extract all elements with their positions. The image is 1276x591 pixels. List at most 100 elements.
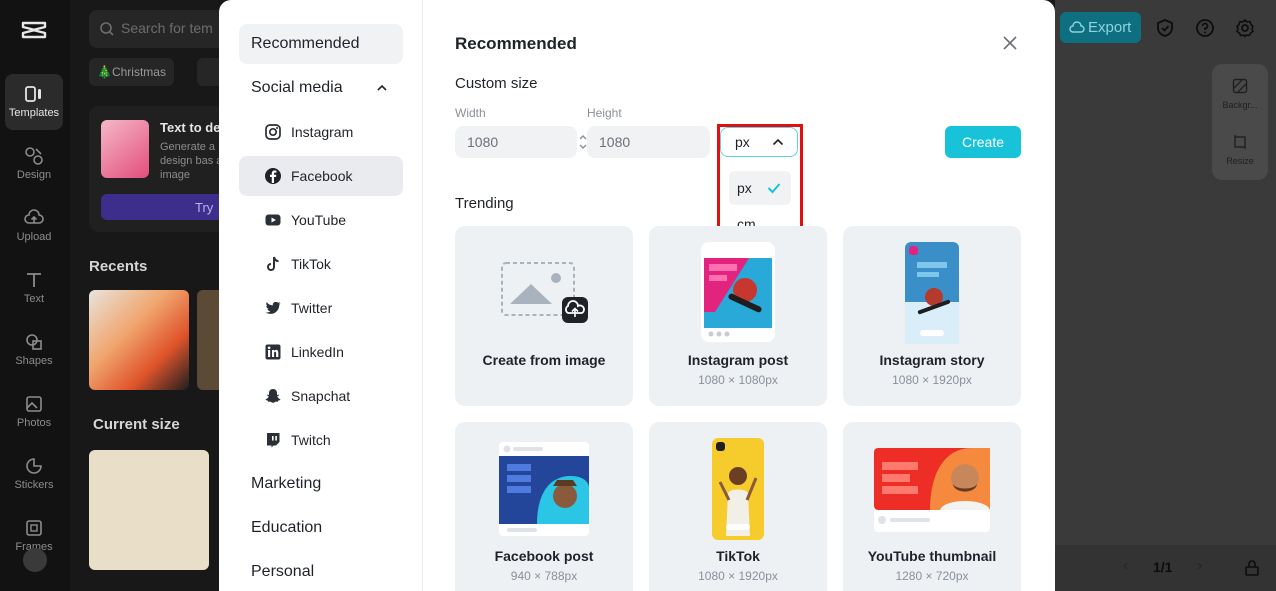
page-indicator: 1/1 xyxy=(1153,559,1173,575)
close-icon[interactable] xyxy=(1002,35,1018,51)
birthday-template-thumbnail[interactable] xyxy=(89,450,209,570)
text-icon xyxy=(27,273,41,287)
nav-personal[interactable]: Personal xyxy=(239,552,403,591)
rail-item-shapes[interactable]: Shapes xyxy=(5,322,63,378)
create-button[interactable]: Create xyxy=(945,126,1021,158)
card-youtube-thumbnail[interactable]: YouTube thumbnail 1280 × 720px xyxy=(843,422,1021,591)
rail-label: Shapes xyxy=(15,355,53,367)
capcut-logo-icon xyxy=(21,21,47,39)
instagram-icon xyxy=(265,124,281,140)
height-label: Height xyxy=(587,106,622,120)
twitter-icon xyxy=(265,301,281,314)
youtube-icon xyxy=(265,214,281,226)
width-label: Width xyxy=(455,106,486,120)
rail-item-templates[interactable]: Templates xyxy=(5,74,63,130)
instagram-post-thumbnail xyxy=(701,242,775,342)
card-name: Facebook post xyxy=(494,548,594,564)
chevron-down-icon[interactable] xyxy=(23,548,47,572)
gear-icon[interactable] xyxy=(1235,18,1255,38)
height-field[interactable]: 1080 xyxy=(587,126,710,158)
image-upload-icon xyxy=(501,262,588,323)
card-size: 1080 × 1080px xyxy=(698,373,778,387)
card-instagram-post[interactable]: Instagram post 1080 × 1080px xyxy=(649,226,827,406)
card-create-from-image[interactable]: Create from image xyxy=(455,226,633,406)
recents-heading: Recents xyxy=(89,258,148,275)
current-size-heading[interactable]: Current size xyxy=(93,416,180,433)
shapes-icon xyxy=(26,334,42,350)
social-item-twitch[interactable]: Twitch xyxy=(239,420,403,460)
modal-sidebar: Recommended Social media Instagram Faceb… xyxy=(219,0,423,591)
rail-label: Photos xyxy=(16,417,52,429)
facebook-post-thumbnail xyxy=(499,442,589,536)
social-item-snapchat[interactable]: Snapchat xyxy=(239,376,403,416)
social-label: Twitter xyxy=(291,300,333,316)
nav-label: Social media xyxy=(251,79,343,96)
linkedin-icon xyxy=(265,344,281,360)
promo-thumbnail xyxy=(101,120,149,178)
card-tiktok[interactable]: TikTok 1080 × 1920px xyxy=(649,422,827,591)
social-item-youtube[interactable]: YouTube xyxy=(239,200,403,240)
current-size-label: Current size xyxy=(93,416,180,433)
nav-social-media[interactable]: Social media xyxy=(239,68,403,108)
card-facebook-post[interactable]: Facebook post 940 × 788px xyxy=(455,422,633,591)
card-size: 1080 × 1920px xyxy=(698,569,778,583)
tiktok-icon xyxy=(267,256,279,271)
recent-thumbnail[interactable] xyxy=(89,290,189,390)
tiktok-thumbnail xyxy=(712,438,764,540)
background-icon[interactable] xyxy=(1232,78,1248,94)
prev-page-icon[interactable]: ‹ xyxy=(1123,557,1128,575)
social-item-facebook[interactable]: Facebook xyxy=(239,156,403,196)
lock-icon[interactable] xyxy=(1243,559,1261,577)
nav-recommended[interactable]: Recommended xyxy=(239,24,403,64)
card-name: Instagram story xyxy=(879,352,985,368)
shield-icon[interactable] xyxy=(1155,18,1175,38)
rail-label: Text xyxy=(23,293,45,305)
nav-marketing[interactable]: Marketing xyxy=(239,464,403,504)
help-icon[interactable] xyxy=(1195,18,1215,38)
rail-item-upload[interactable]: Upload xyxy=(5,198,63,254)
modal-title: Recommended xyxy=(455,34,577,53)
rail-label: Stickers xyxy=(14,479,54,491)
search-icon xyxy=(100,22,114,36)
card-name: TikTok xyxy=(716,548,760,564)
nav-education[interactable]: Education xyxy=(239,508,403,548)
resize-icon[interactable] xyxy=(1232,134,1248,150)
social-label: Facebook xyxy=(291,168,353,184)
photos-icon xyxy=(26,396,42,412)
rail-item-design[interactable]: Design xyxy=(5,136,63,192)
side-tool-resize[interactable]: Resize xyxy=(1212,156,1268,166)
social-item-tiktok[interactable]: TikTok xyxy=(239,244,403,284)
modal-content: Recommended Custom size Width 1080 Heigh… xyxy=(424,0,1055,591)
card-size: 1280 × 720px xyxy=(895,569,969,583)
left-rail: Templates Design Upload Text Shapes Phot… xyxy=(0,0,70,591)
social-item-instagram[interactable]: Instagram xyxy=(239,112,403,152)
next-page-icon[interactable]: › xyxy=(1197,557,1202,575)
card-name: Instagram post xyxy=(687,352,789,368)
rail-label: Design xyxy=(16,169,52,181)
side-tools: Backgr... Resize xyxy=(1212,64,1268,180)
nav-label: Recommended xyxy=(251,35,360,52)
frames-icon xyxy=(26,520,42,536)
export-button[interactable]: Export xyxy=(1060,12,1141,43)
canvas-area: Export Backgr... Resize ‹ 1/1 › xyxy=(1055,0,1276,591)
card-name: YouTube thumbnail xyxy=(867,548,997,564)
stickers-icon xyxy=(26,458,42,474)
side-tool-background[interactable]: Backgr... xyxy=(1212,100,1268,110)
rail-item-text[interactable]: Text xyxy=(5,260,63,316)
social-item-linkedin[interactable]: LinkedIn xyxy=(239,332,403,372)
card-size: 940 × 788px xyxy=(510,569,578,583)
social-label: Twitch xyxy=(291,432,331,448)
nav-label: Personal xyxy=(251,563,315,580)
rail-item-photos[interactable]: Photos xyxy=(5,384,63,440)
social-label: Snapchat xyxy=(291,388,351,404)
social-item-twitter[interactable]: Twitter xyxy=(239,288,403,328)
rail-item-stickers[interactable]: Stickers xyxy=(5,446,63,502)
nav-label: Marketing xyxy=(251,475,322,492)
templates-panel: Search for tem 🎄Christmas Text to de Gen… xyxy=(70,0,297,591)
card-size: 1080 × 1920px xyxy=(892,373,972,387)
search-placeholder: Search for tem xyxy=(121,20,213,36)
width-field[interactable]: 1080 xyxy=(455,126,577,158)
chip-christmas[interactable]: 🎄Christmas xyxy=(89,58,174,86)
card-instagram-story[interactable]: Instagram story 1080 × 1920px xyxy=(843,226,1021,406)
export-label: Export xyxy=(1088,19,1132,36)
